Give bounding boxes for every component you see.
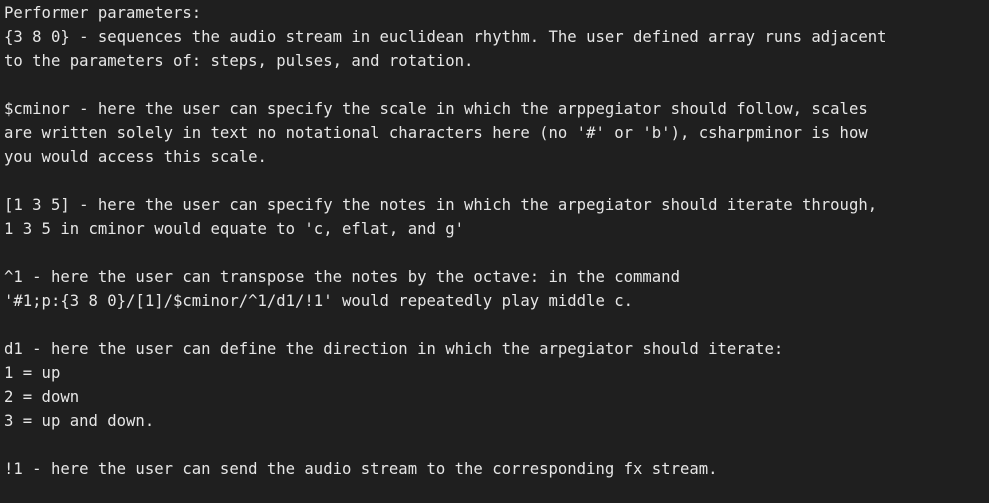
section-scale: $cminor - here the user can specify the …: [4, 97, 984, 169]
scale-line-3: you would access this scale.: [4, 148, 267, 166]
direction-line-4: 3 = up and down.: [4, 412, 155, 430]
scale-line-2: are written solely in text no notational…: [4, 124, 868, 142]
section-direction: d1 - here the user can define the direct…: [4, 337, 984, 433]
section-rhythm: {3 8 0} - sequences the audio stream in …: [4, 25, 984, 73]
direction-line-1: d1 - here the user can define the direct…: [4, 340, 784, 358]
scale-line-1: $cminor - here the user can specify the …: [4, 100, 868, 118]
octave-line-2: '#1;p:{3 8 0}/[1]/$cminor/^1/d1/!1' woul…: [4, 292, 634, 310]
notes-line-2: 1 3 5 in cminor would equate to 'c, efla…: [4, 220, 465, 238]
notes-line-1: [1 3 5] - here the user can specify the …: [4, 196, 878, 214]
octave-line-1: ^1 - here the user can transpose the not…: [4, 268, 680, 286]
fx-line-1: !1 - here the user can send the audio st…: [4, 460, 718, 478]
direction-line-3: 2 = down: [4, 388, 80, 406]
section-notes: [1 3 5] - here the user can specify the …: [4, 193, 984, 241]
section-fx: !1 - here the user can send the audio st…: [4, 457, 984, 481]
documentation-text: Performer parameters: {3 8 0} - sequence…: [4, 1, 984, 481]
section-octave: ^1 - here the user can transpose the not…: [4, 265, 984, 313]
rhythm-line-2: to the parameters of: steps, pulses, and…: [4, 52, 474, 70]
direction-line-2: 1 = up: [4, 364, 61, 382]
rhythm-line-1: {3 8 0} - sequences the audio stream in …: [4, 28, 887, 46]
heading: Performer parameters:: [4, 4, 202, 22]
